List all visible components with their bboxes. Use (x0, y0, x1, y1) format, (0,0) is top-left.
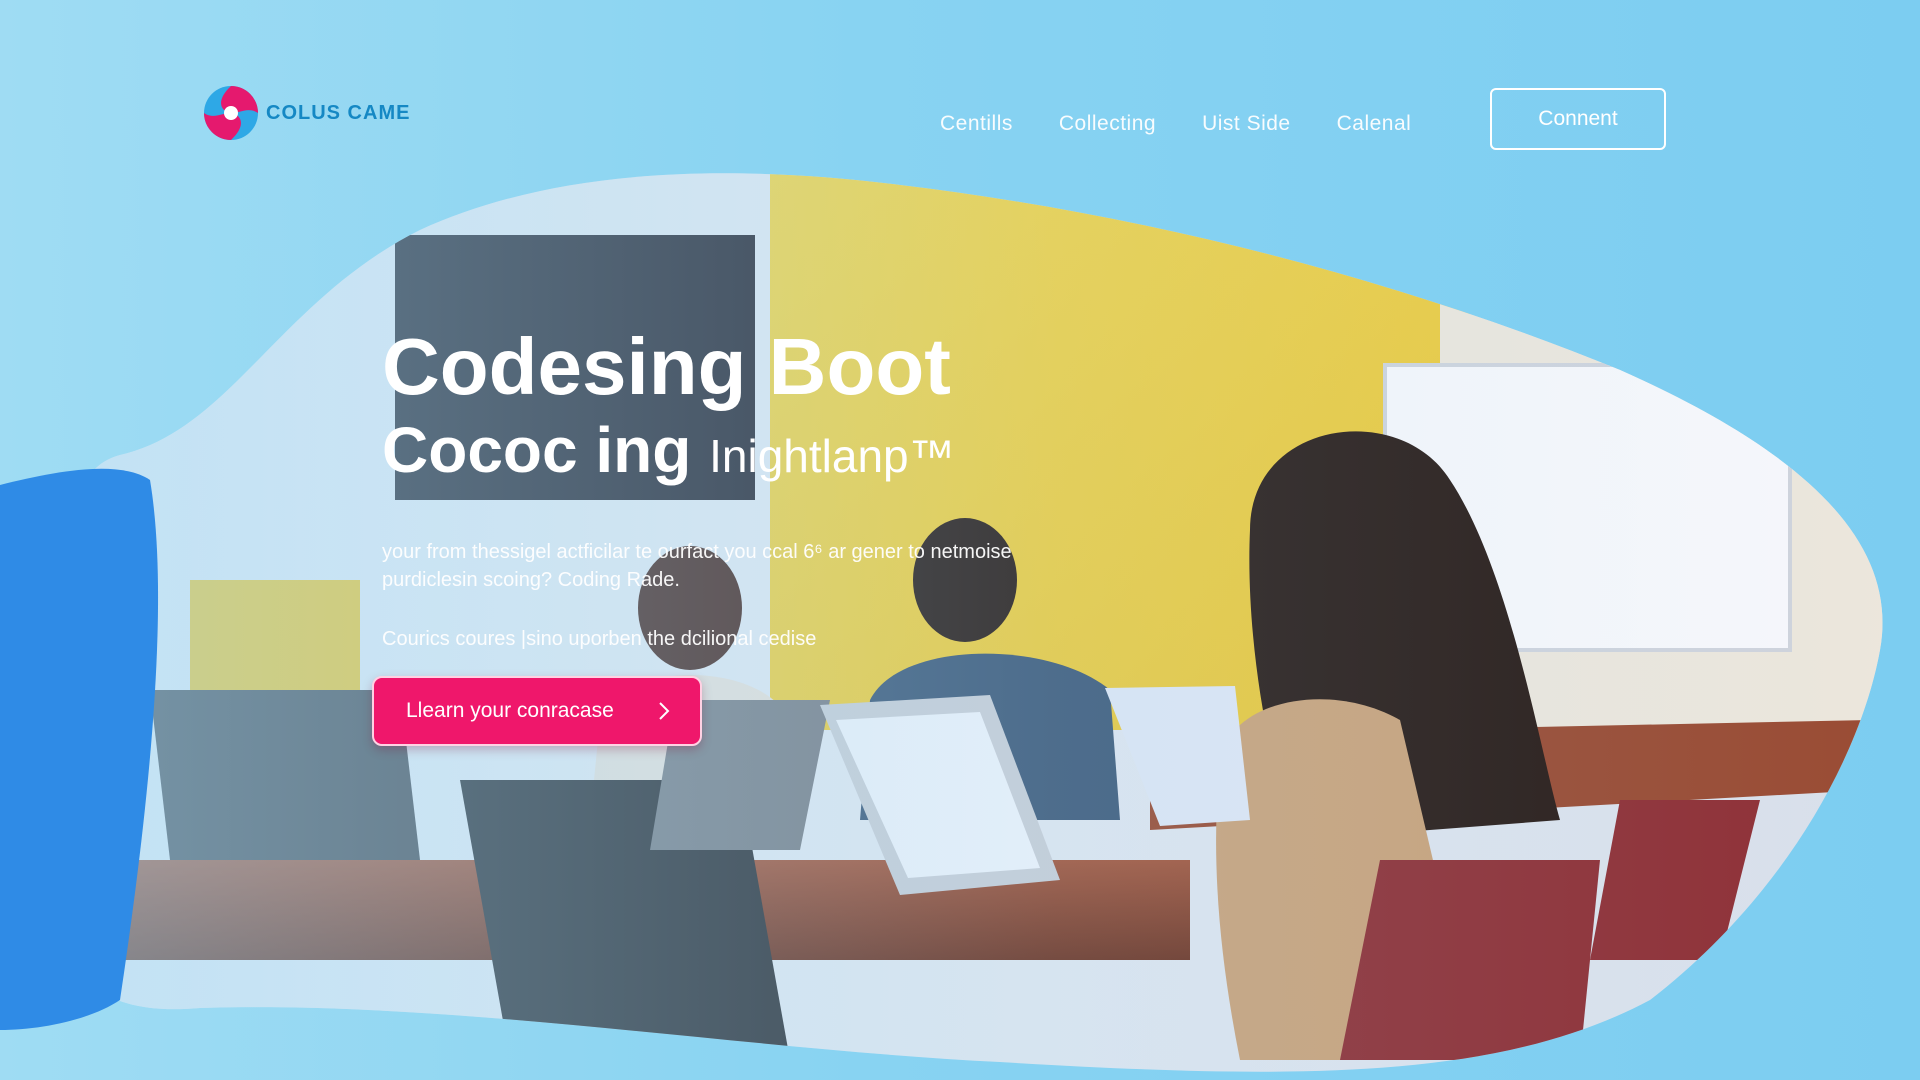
hero-description: your from thessigel actficilar te ourfac… (382, 541, 1012, 591)
nav-item-calenal[interactable]: Calenal (1337, 112, 1412, 136)
hero-subtitle-bold: Cococ ing (382, 414, 692, 486)
chevron-right-icon (659, 702, 670, 720)
hero-content: Codesing Boot Cococ ing Inightlanp™ your… (382, 322, 1062, 651)
main-nav: Centills Collecting Uist Side Calenal (940, 112, 1411, 136)
hero-subtitle: Cococ ing Inightlanp™ (382, 412, 1062, 494)
landing-page: COLUS CAME Centills Collecting Uist Side… (0, 0, 1920, 1080)
swirl-logo-icon (204, 86, 258, 140)
hero-subtitle-light: Inightlanp™ (709, 430, 955, 482)
connect-button[interactable]: Connent (1490, 88, 1666, 150)
brand-name: COLUS CAME (266, 101, 411, 124)
nav-item-centills[interactable]: Centills (940, 112, 1013, 136)
nav-item-uist-side[interactable]: Uist Side (1202, 112, 1291, 136)
nav-item-collecting[interactable]: Collecting (1059, 112, 1156, 136)
brand-logo[interactable]: COLUS CAME (202, 84, 410, 142)
learn-cta-button[interactable]: Llearn your conracase (372, 676, 702, 746)
cta-label: Llearn your conracase (406, 699, 614, 722)
hero-subtext: Courics coures |sino uporben the dcilion… (382, 628, 817, 650)
hero-title: Codesing Boot (382, 322, 951, 411)
